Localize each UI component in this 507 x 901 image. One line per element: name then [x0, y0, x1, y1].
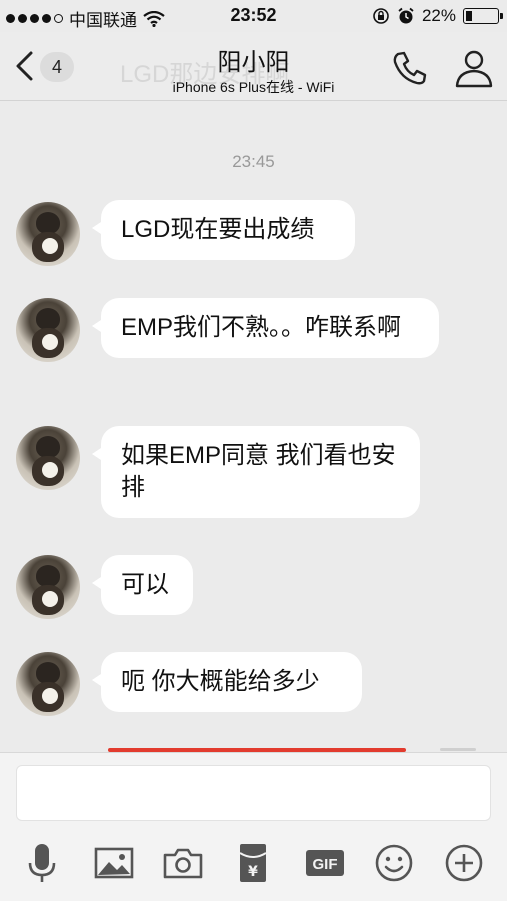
- message-timestamp: 23:45: [232, 152, 275, 171]
- rotation-lock-icon: [373, 8, 389, 24]
- message-bubble[interactable]: EMP我们不熟。。咋联系啊: [92, 298, 439, 358]
- red-packet-icon[interactable]: ¥: [231, 841, 275, 885]
- battery-percent: 22%: [421, 6, 456, 25]
- emoji-icon[interactable]: [372, 841, 416, 885]
- next-avatar-edge: [440, 748, 476, 751]
- battery-icon: [463, 8, 503, 24]
- avatar[interactable]: [16, 555, 80, 619]
- message-bubble[interactable]: 如果EMP同意 我们看也安排: [92, 426, 420, 518]
- image-icon[interactable]: [92, 841, 136, 885]
- avatar[interactable]: [16, 426, 80, 490]
- microphone-icon[interactable]: [20, 841, 64, 885]
- status-bar: 中国联通 23:52 22%: [0, 0, 507, 32]
- phone-call-icon[interactable]: [388, 46, 432, 90]
- status-right: 22%: [372, 6, 503, 26]
- svg-text:¥: ¥: [248, 864, 258, 880]
- contact-profile-icon[interactable]: [452, 46, 496, 90]
- input-toolbar: ¥ GIF: [0, 841, 507, 885]
- message-input[interactable]: [16, 765, 491, 821]
- alarm-icon: [398, 7, 414, 24]
- avatar[interactable]: [16, 652, 80, 716]
- avatar[interactable]: [16, 298, 80, 362]
- input-area: ¥ GIF: [0, 752, 507, 901]
- message-bubble[interactable]: 呃 你大概能给多少: [92, 652, 362, 712]
- message-bubble[interactable]: LGD现在要出成绩: [92, 200, 355, 260]
- battery-fill: [466, 11, 472, 21]
- avatar[interactable]: [16, 202, 80, 266]
- chat-header: 4 LGD那边安排啊 阳小阳 iPhone 6s Plus在线 - WiFi: [0, 32, 507, 101]
- camera-icon[interactable]: [161, 841, 205, 885]
- gif-icon[interactable]: GIF: [303, 841, 347, 885]
- svg-text:GIF: GIF: [313, 856, 338, 873]
- message-bubble[interactable]: 可以: [92, 555, 193, 615]
- plus-icon[interactable]: [442, 841, 486, 885]
